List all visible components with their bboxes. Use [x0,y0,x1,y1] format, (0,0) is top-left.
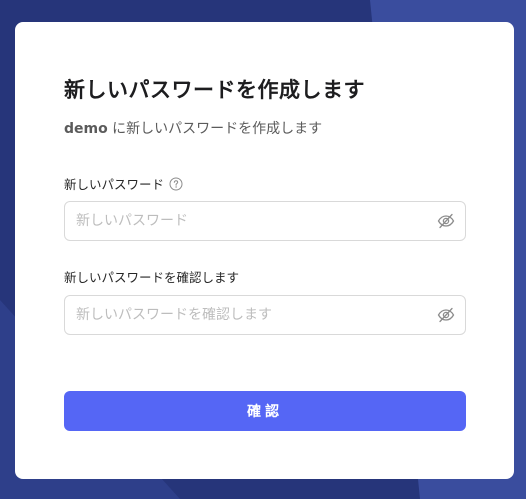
eye-invisible-icon[interactable] [437,307,455,323]
new-password-field[interactable] [64,201,466,241]
reset-password-card: 新しいパスワードを作成します demo に新しいパスワードを作成します 新しいパ… [15,22,514,479]
new-password-label-text: 新しいパスワード [64,177,165,192]
confirm-password-input[interactable] [65,296,436,334]
eye-invisible-icon[interactable] [437,213,455,229]
new-password-label: 新しいパスワード [64,174,183,193]
confirm-password-label-text: 新しいパスワードを確認します [64,270,240,285]
confirm-password-label: 新しいパスワードを確認します [64,267,239,286]
confirm-button[interactable]: 確認 [64,391,466,431]
subtitle-text: に新しいパスワードを作成します [107,121,323,137]
username: demo [64,121,108,137]
page-title: 新しいパスワードを作成します [64,78,365,102]
question-circle-icon[interactable] [169,177,183,191]
new-password-input[interactable] [65,202,436,240]
page-subtitle: demo に新しいパスワードを作成します [64,118,322,138]
confirm-password-field[interactable] [64,295,466,335]
